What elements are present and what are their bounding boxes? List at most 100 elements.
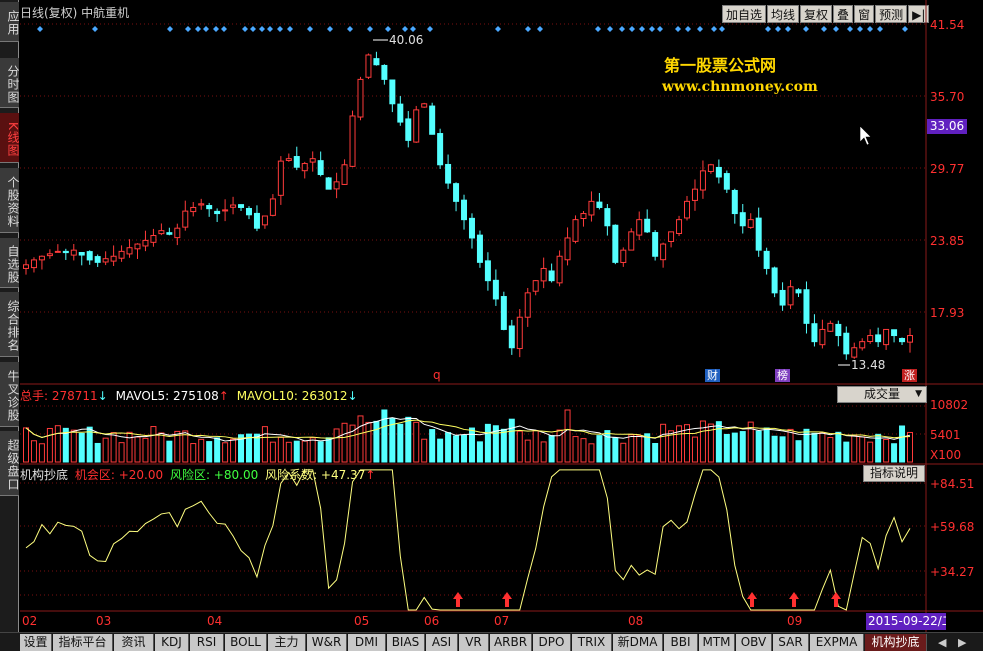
candle-body [301,163,308,172]
finance-marker[interactable]: 财 [705,369,720,382]
tab-trix[interactable]: TRIX [572,634,612,651]
tab-scroll-left-icon[interactable]: ◀ [938,636,946,649]
buy-arrow-icon [747,592,757,607]
down-arrow-icon: ↓ [97,389,108,403]
signal-diamond [410,26,416,32]
tab-bbi[interactable]: BBI [664,634,698,651]
volume-bar [54,425,61,463]
signal-diamond [367,26,373,32]
candle-body [134,243,141,250]
tab-wr[interactable]: W&R [307,634,347,651]
signal-diamond [902,26,908,32]
volume-bar [652,442,659,463]
candle-body [461,199,468,221]
limit-up-marker[interactable]: 涨 [902,369,917,382]
volume-bar [572,436,579,463]
indicator-line [25,469,911,611]
ranking-marker[interactable]: 榜 [775,369,790,382]
tab-boll[interactable]: BOLL [225,634,267,651]
signal-diamond [877,26,883,32]
tab-vr[interactable]: VR [459,634,489,651]
candle-body [102,258,109,263]
tab-scroll-right-icon[interactable]: ▶ [958,636,966,649]
candle-body [413,109,420,143]
chart-canvas[interactable] [0,0,983,632]
tab-main-force[interactable]: 主力 [268,634,306,651]
candle-body [317,160,324,176]
candle-body [110,255,117,262]
tab-sar[interactable]: SAR [773,634,809,651]
tab-institution-bottom[interactable]: 机构抄底 [865,634,927,651]
signal-diamond [803,26,809,32]
volume-bar [269,441,276,463]
candle-body [198,203,205,206]
volume-bar [166,440,173,463]
candle-body [238,204,245,208]
candle-body [333,181,340,190]
candle-body [564,237,571,261]
volume-bar [476,441,483,463]
risk-coefficient: 风险系数: +47.37 [265,468,366,482]
tab-kdj[interactable]: KDJ [155,634,189,651]
volume-bar [691,436,698,463]
candle-body [739,212,746,227]
opportunity-zone: 机会区: +20.00 [74,468,164,482]
signal-diamond [867,26,873,32]
candle-body [628,231,635,251]
volume-bar [516,430,523,463]
candle-body [230,204,237,208]
candle-body [86,251,93,261]
candle-body [309,158,316,163]
volume-bar [285,441,292,463]
tab-new-dma[interactable]: 新DMA [613,634,663,651]
candle-body [771,267,778,294]
candle-body [484,260,491,282]
x-tick: 02 [22,614,38,628]
candle-body [206,205,213,210]
indicator-tick: +59.68 [930,520,975,534]
tab-arbr[interactable]: ARBR [490,634,532,651]
price-tick: 23.85 [930,234,965,248]
volume-indicator-select[interactable]: 成交量 ▼ [837,386,927,403]
volume-bar [421,438,428,463]
chevron-down-icon: ▼ [915,389,922,399]
candle-body [261,215,268,226]
tab-indicator-platform[interactable]: 指标平台 [53,634,113,651]
tab-bias[interactable]: BIAS [387,634,425,651]
volume-bar [373,420,380,463]
candle-body [373,58,380,66]
tab-obv[interactable]: OBV [736,634,772,651]
x-tick: 06 [424,614,440,628]
tab-dmi[interactable]: DMI [348,634,386,651]
candle-body [365,54,372,78]
tab-expma[interactable]: EXPMA [810,634,864,651]
volume-bar [755,430,762,463]
volume-bar [198,438,205,463]
tab-mtm[interactable]: MTM [699,634,735,651]
tab-rsi[interactable]: RSI [190,634,224,651]
tab-settings[interactable]: 设置 [20,634,52,651]
volume-bar [405,416,412,463]
volume-bar [190,443,197,463]
signal-diamond [685,26,691,32]
high-price-label: 40.06 [389,33,424,47]
volume-bar [277,436,284,463]
tab-asi[interactable]: ASI [426,634,458,651]
candle-body [779,289,786,306]
candle-body [492,279,499,300]
indicator-help-button[interactable]: 指标说明 [863,465,925,482]
candle-body [54,250,61,253]
tab-dpo[interactable]: DPO [533,634,571,651]
price-tick: 17.93 [930,306,965,320]
volume-bars [23,409,913,463]
candle-body [30,259,37,269]
signal-diamond [259,26,265,32]
candle-body [150,235,157,243]
signal-diamond [250,26,256,32]
volume-tick: 5401 [930,428,961,442]
candle-body [835,323,842,337]
candle-body [596,201,603,208]
candle-body [867,335,874,342]
volume-bar [309,437,316,463]
tab-news[interactable]: 资讯 [114,634,154,651]
